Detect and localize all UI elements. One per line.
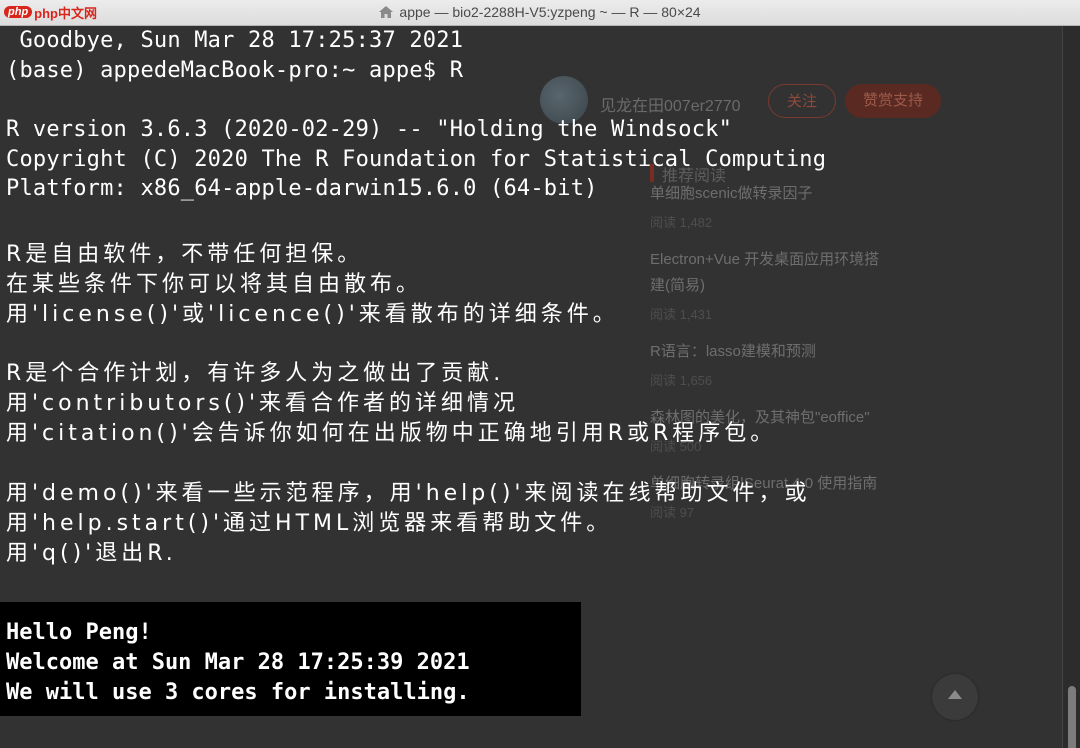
- greeting-line: Welcome at Sun Mar 28 17:25:39 2021: [6, 650, 470, 675]
- output-line: Platform: x86_64-apple-darwin15.6.0 (64-…: [6, 176, 598, 201]
- output-line: 用'citation()'会告诉你如何在出版物中正确地引用R或R程序包。: [6, 421, 777, 446]
- output-line: R是自由软件，不带任何担保。: [6, 242, 364, 267]
- r-prompt: >: [6, 742, 17, 748]
- output-line: 用'demo()'来看一些示范程序，用'help()'来阅读在线帮助文件，或: [6, 481, 811, 506]
- scrollbar-thumb[interactable]: [1068, 686, 1076, 748]
- window-title-text: appe — bio2-2288H-V5:yzpeng ~ — R — 80×2…: [399, 4, 701, 20]
- greeting-line: Hello Peng!: [6, 620, 152, 645]
- output-line: 用'help.start()'通过HTML浏览器来看帮助文件。: [6, 511, 613, 536]
- output-line: Copyright (C) 2020 The R Foundation for …: [6, 147, 827, 172]
- output-line: R是个合作计划，有许多人为之做出了贡献.: [6, 361, 505, 386]
- greeting-line: We will use 3 cores for installing.: [6, 680, 470, 705]
- output-line: 用'q()'退出R.: [6, 541, 177, 566]
- title-bar[interactable]: php php中文网 appe — bio2-2288H-V5:yzpeng ~…: [0, 0, 1080, 26]
- output-line: 在某些条件下你可以将其自由散布。: [6, 272, 423, 297]
- output-line: R version 3.6.3 (2020-02-29) -- "Holding…: [6, 117, 733, 142]
- home-folder-icon: [379, 6, 394, 18]
- terminal-output[interactable]: Goodbye, Sun Mar 28 17:25:37 2021 (base)…: [0, 26, 1062, 748]
- window-title: appe — bio2-2288H-V5:yzpeng ~ — R — 80×2…: [0, 4, 1080, 20]
- output-line: Goodbye, Sun Mar 28 17:25:37 2021: [6, 28, 464, 53]
- vertical-scrollbar[interactable]: [1062, 26, 1080, 748]
- terminal-window: 见龙在田007er2770 关注 赞赏支持 推荐阅读 单细胞scenic做转录因…: [0, 0, 1080, 748]
- shell-command-line: (base) appedeMacBook-pro:~ appe$ R: [6, 58, 464, 83]
- greeting-box: Hello Peng! Welcome at Sun Mar 28 17:25:…: [0, 602, 581, 716]
- output-line: 用'license()'或'licence()'来看散布的详细条件。: [6, 302, 619, 327]
- output-line: 用'contributors()'来看合作者的详细情况: [6, 391, 520, 416]
